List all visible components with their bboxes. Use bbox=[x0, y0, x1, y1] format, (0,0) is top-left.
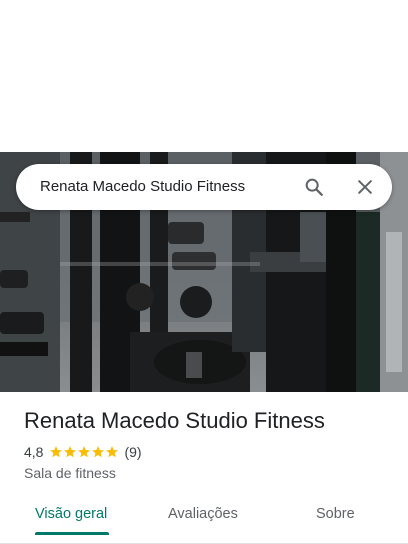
tab-overview[interactable]: Visão geral bbox=[35, 506, 107, 522]
rating-value: 4,8 bbox=[24, 444, 44, 460]
place-title: Renata Macedo Studio Fitness bbox=[24, 408, 325, 433]
star-icon bbox=[50, 446, 63, 458]
review-count[interactable]: (9) bbox=[124, 444, 141, 460]
star-icon bbox=[92, 446, 105, 458]
search-input[interactable]: Renata Macedo Studio Fitness bbox=[40, 178, 245, 195]
tab-about[interactable]: Sobre bbox=[316, 506, 355, 522]
star-icon bbox=[64, 446, 77, 458]
place-category: Sala de fitness bbox=[24, 465, 116, 481]
rating-stars bbox=[49, 445, 119, 459]
active-tab-indicator bbox=[35, 532, 109, 535]
close-icon[interactable] bbox=[352, 174, 378, 200]
star-icon bbox=[78, 446, 91, 458]
star-icon bbox=[106, 446, 119, 458]
rating-row[interactable]: 4,8 (9) bbox=[24, 444, 142, 460]
tab-reviews[interactable]: Avaliações bbox=[168, 506, 238, 522]
tab-bar: Visão geral Avaliações Sobre bbox=[0, 496, 408, 544]
search-icon[interactable] bbox=[301, 174, 327, 200]
search-bar[interactable]: Renata Macedo Studio Fitness bbox=[16, 164, 392, 210]
